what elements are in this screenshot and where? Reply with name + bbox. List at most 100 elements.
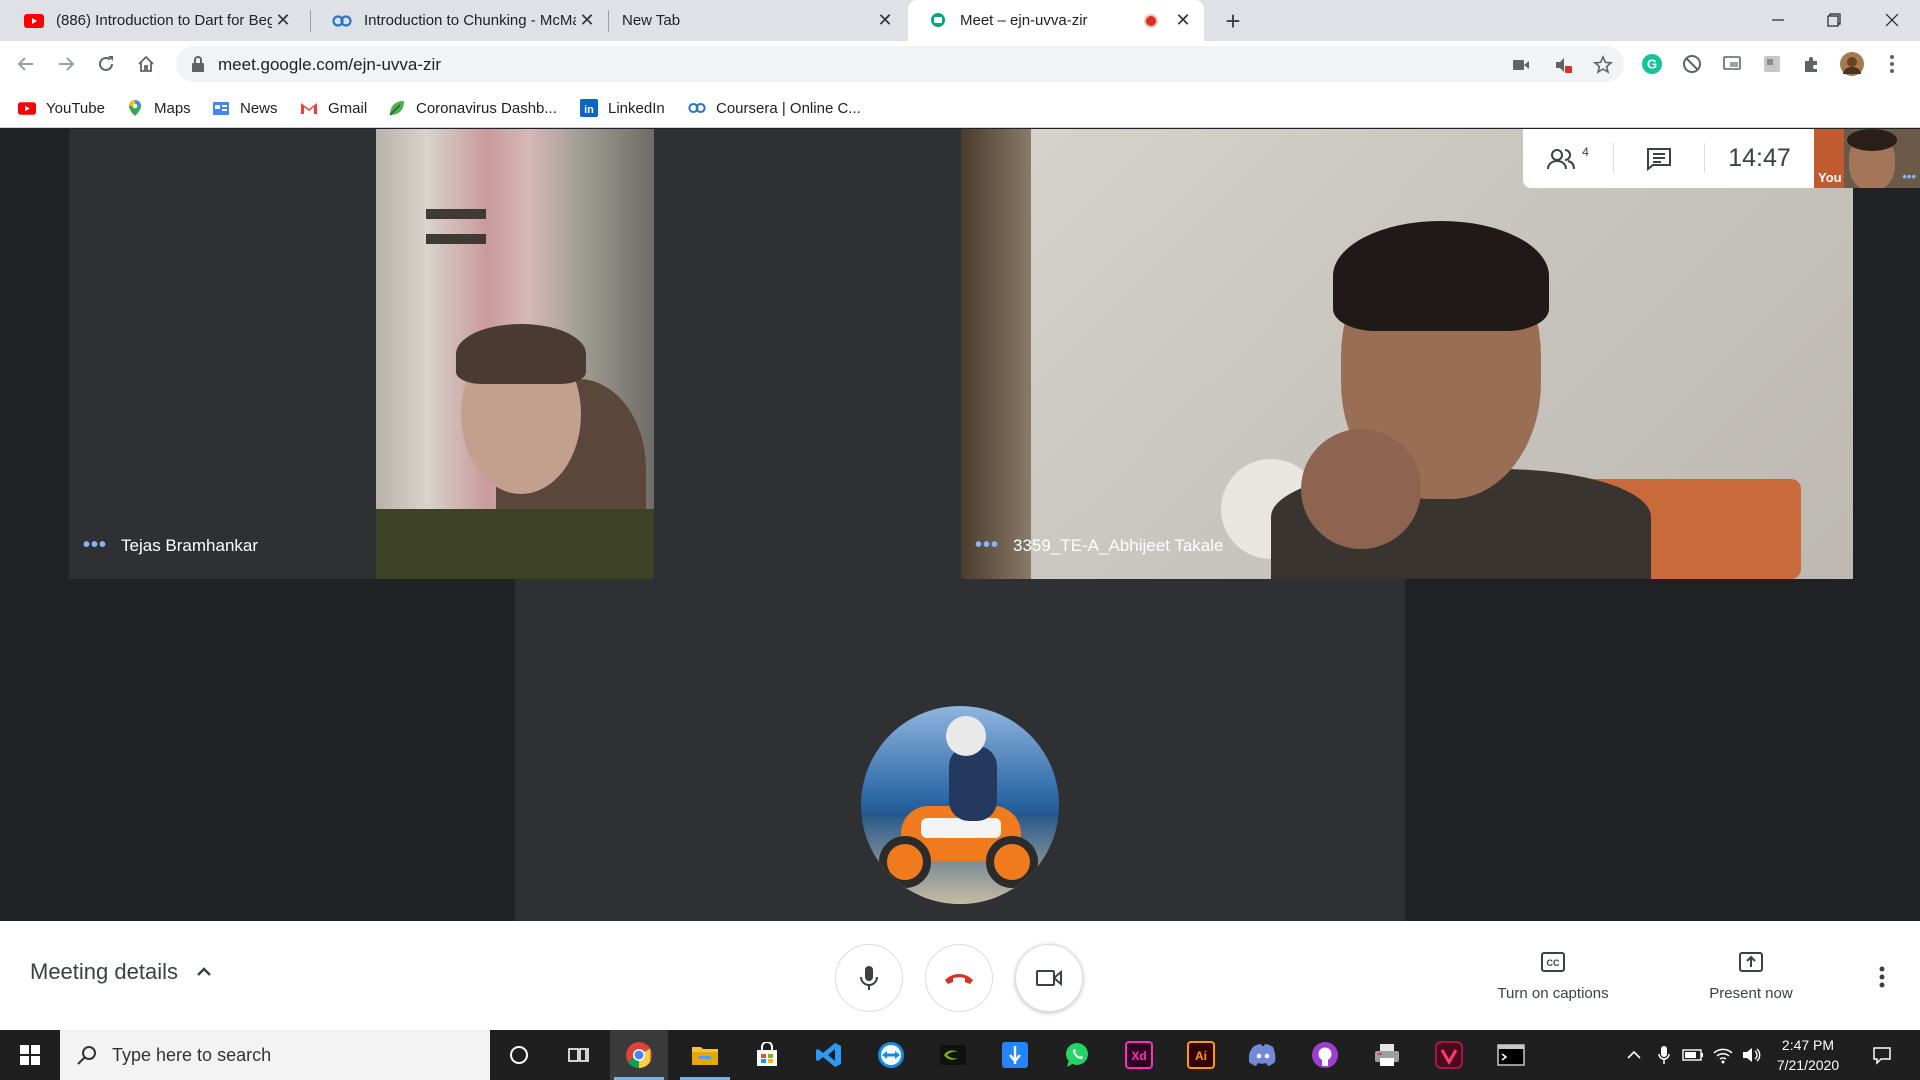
- tab-new-tab[interactable]: New Tab ✕: [610, 0, 906, 41]
- participants-button[interactable]: 4: [1523, 129, 1613, 188]
- meeting-details-button[interactable]: Meeting details: [30, 959, 214, 985]
- forward-arrow-icon[interactable]: [48, 46, 84, 82]
- printer-icon[interactable]: [1358, 1030, 1416, 1080]
- wifi-icon[interactable]: [1710, 1030, 1736, 1080]
- linkedin-icon: in: [580, 99, 598, 117]
- discord-icon[interactable]: [1234, 1030, 1292, 1080]
- youtube-icon: [24, 11, 44, 31]
- present-now-button[interactable]: Present now: [1676, 949, 1826, 1002]
- chrome-icon[interactable]: [610, 1030, 668, 1080]
- captions-button[interactable]: CC Turn on captions: [1478, 949, 1628, 1002]
- cortana-icon[interactable]: [490, 1030, 548, 1080]
- participant-name: Tejas Bramhankar: [121, 535, 259, 555]
- present-screen-icon: [1739, 952, 1763, 972]
- volume-icon[interactable]: [1740, 1030, 1764, 1080]
- blocker-icon[interactable]: [1680, 52, 1704, 76]
- bookmark-label: Coursera | Online C...: [716, 99, 861, 117]
- close-tab-icon[interactable]: ✕: [1172, 10, 1194, 32]
- participant-avatar: [861, 706, 1059, 904]
- nvidia-icon[interactable]: [924, 1030, 982, 1080]
- home-icon[interactable]: [128, 46, 164, 82]
- lock-icon[interactable]: [190, 55, 208, 73]
- battery-icon[interactable]: [1680, 1030, 1706, 1080]
- close-window-icon[interactable]: [1864, 0, 1920, 40]
- github-icon[interactable]: [1296, 1030, 1354, 1080]
- sourcetree-icon[interactable]: [986, 1030, 1044, 1080]
- taskbar-clock[interactable]: 2:47 PM 7/21/2020: [1763, 1035, 1853, 1075]
- puzzle-extensions-icon[interactable]: [1800, 52, 1824, 76]
- participant-video: [376, 129, 654, 579]
- microphone-button[interactable]: [835, 944, 903, 1012]
- illustrator-icon[interactable]: Ai: [1172, 1030, 1230, 1080]
- chat-icon: [1647, 147, 1671, 171]
- store-icon[interactable]: [738, 1030, 796, 1080]
- task-view-icon[interactable]: [550, 1030, 608, 1080]
- vscode-icon[interactable]: [800, 1030, 858, 1080]
- camera-permission-icon[interactable]: [1510, 54, 1532, 76]
- close-tab-icon[interactable]: ✕: [576, 10, 598, 32]
- more-options-icon[interactable]: •••: [83, 534, 107, 557]
- bookmark-youtube[interactable]: YouTube: [18, 88, 105, 128]
- bookmark-coursera[interactable]: Coursera | Online C...: [688, 88, 861, 128]
- notification-center-icon[interactable]: [1862, 1030, 1902, 1080]
- self-label: You: [1818, 170, 1842, 185]
- chat-button[interactable]: [1614, 129, 1704, 188]
- taskbar-time: 2:47 PM: [1781, 1037, 1835, 1053]
- address-bar[interactable]: meet.google.com/ejn-uvva-zir: [176, 46, 1624, 82]
- windows-taskbar: Type here to search Xd Ai 2:47 PM 7/21/2…: [0, 1030, 1920, 1080]
- file-explorer-icon[interactable]: [676, 1030, 734, 1080]
- whatsapp-icon[interactable]: [1048, 1030, 1106, 1080]
- bookmark-star-icon[interactable]: [1592, 54, 1614, 76]
- meeting-info-panel: 4 14:47: [1523, 129, 1814, 188]
- participant-tile-abhijeet[interactable]: ••• 3359_TE-A_Abhijeet Takale: [961, 129, 1853, 579]
- xd-icon[interactable]: Xd: [1110, 1030, 1168, 1080]
- close-tab-icon[interactable]: ✕: [272, 10, 294, 32]
- extension-tile-icon[interactable]: [1760, 52, 1784, 76]
- vivaldi-icon[interactable]: [1420, 1030, 1478, 1080]
- participant-count: 4: [1582, 144, 1589, 159]
- svg-text:G: G: [1647, 57, 1657, 72]
- bookmarks-bar: YouTube Maps News Gmail Coronavirus Dash…: [0, 88, 1920, 128]
- close-tab-icon[interactable]: ✕: [874, 10, 896, 32]
- chevron-up-icon[interactable]: [1622, 1030, 1646, 1080]
- bookmark-linkedin[interactable]: in LinkedIn: [580, 88, 665, 128]
- chrome-menu-icon[interactable]: [1880, 52, 1904, 76]
- meeting-details-label: Meeting details: [30, 959, 178, 984]
- taskbar-search-box[interactable]: Type here to search: [60, 1030, 490, 1080]
- terminal-icon[interactable]: [1482, 1030, 1540, 1080]
- participant-tile-tejas[interactable]: ••• Tejas Bramhankar: [69, 129, 961, 579]
- new-tab-button[interactable]: +: [1217, 6, 1249, 36]
- blocked-sound-icon[interactable]: [1552, 54, 1574, 76]
- more-options-icon[interactable]: [1868, 963, 1896, 991]
- self-options-icon[interactable]: •••: [1902, 169, 1916, 184]
- tab-chunking[interactable]: Introduction to Chunking - McMaster Univ…: [312, 0, 608, 41]
- more-options-icon[interactable]: •••: [975, 534, 999, 557]
- tab-meet[interactable]: Meet – ejn-uvva-zir ✕: [908, 0, 1204, 41]
- bookmark-maps[interactable]: Maps: [126, 88, 191, 128]
- cast-icon[interactable]: [1720, 52, 1744, 76]
- closed-captions-icon: CC: [1541, 952, 1565, 972]
- meeting-clock: 14:47: [1728, 144, 1791, 172]
- participant-nameplate: ••• 3359_TE-A_Abhijeet Takale: [975, 534, 1223, 557]
- camera-button[interactable]: [1015, 944, 1083, 1012]
- meeting-controls-bar: Meeting details CC Turn on captions Pres…: [0, 921, 1920, 1030]
- youtube-icon: [18, 99, 36, 117]
- hang-up-button[interactable]: [925, 944, 993, 1012]
- restore-icon[interactable]: [1806, 0, 1862, 40]
- teamviewer-icon[interactable]: [862, 1030, 920, 1080]
- participant-tile-camera-off[interactable]: [515, 579, 1405, 921]
- minimize-icon[interactable]: [1750, 0, 1806, 40]
- bookmark-gmail[interactable]: Gmail: [300, 88, 367, 128]
- microphone-tray-icon[interactable]: [1652, 1030, 1676, 1080]
- bookmark-label: News: [240, 99, 278, 117]
- windows-start-icon[interactable]: [0, 1030, 60, 1080]
- back-arrow-icon[interactable]: [8, 46, 44, 82]
- self-view[interactable]: You •••: [1814, 129, 1920, 188]
- profile-avatar[interactable]: [1840, 52, 1864, 76]
- browser-tab-strip: (886) Introduction to Dart for Beginners…: [0, 0, 1920, 41]
- bookmark-news[interactable]: News: [212, 88, 278, 128]
- grammarly-icon[interactable]: G: [1640, 52, 1664, 76]
- tab-youtube[interactable]: (886) Introduction to Dart for Beginners…: [4, 0, 304, 41]
- reload-icon[interactable]: [88, 46, 124, 82]
- bookmark-coronavirus[interactable]: Coronavirus Dashb...: [388, 88, 557, 128]
